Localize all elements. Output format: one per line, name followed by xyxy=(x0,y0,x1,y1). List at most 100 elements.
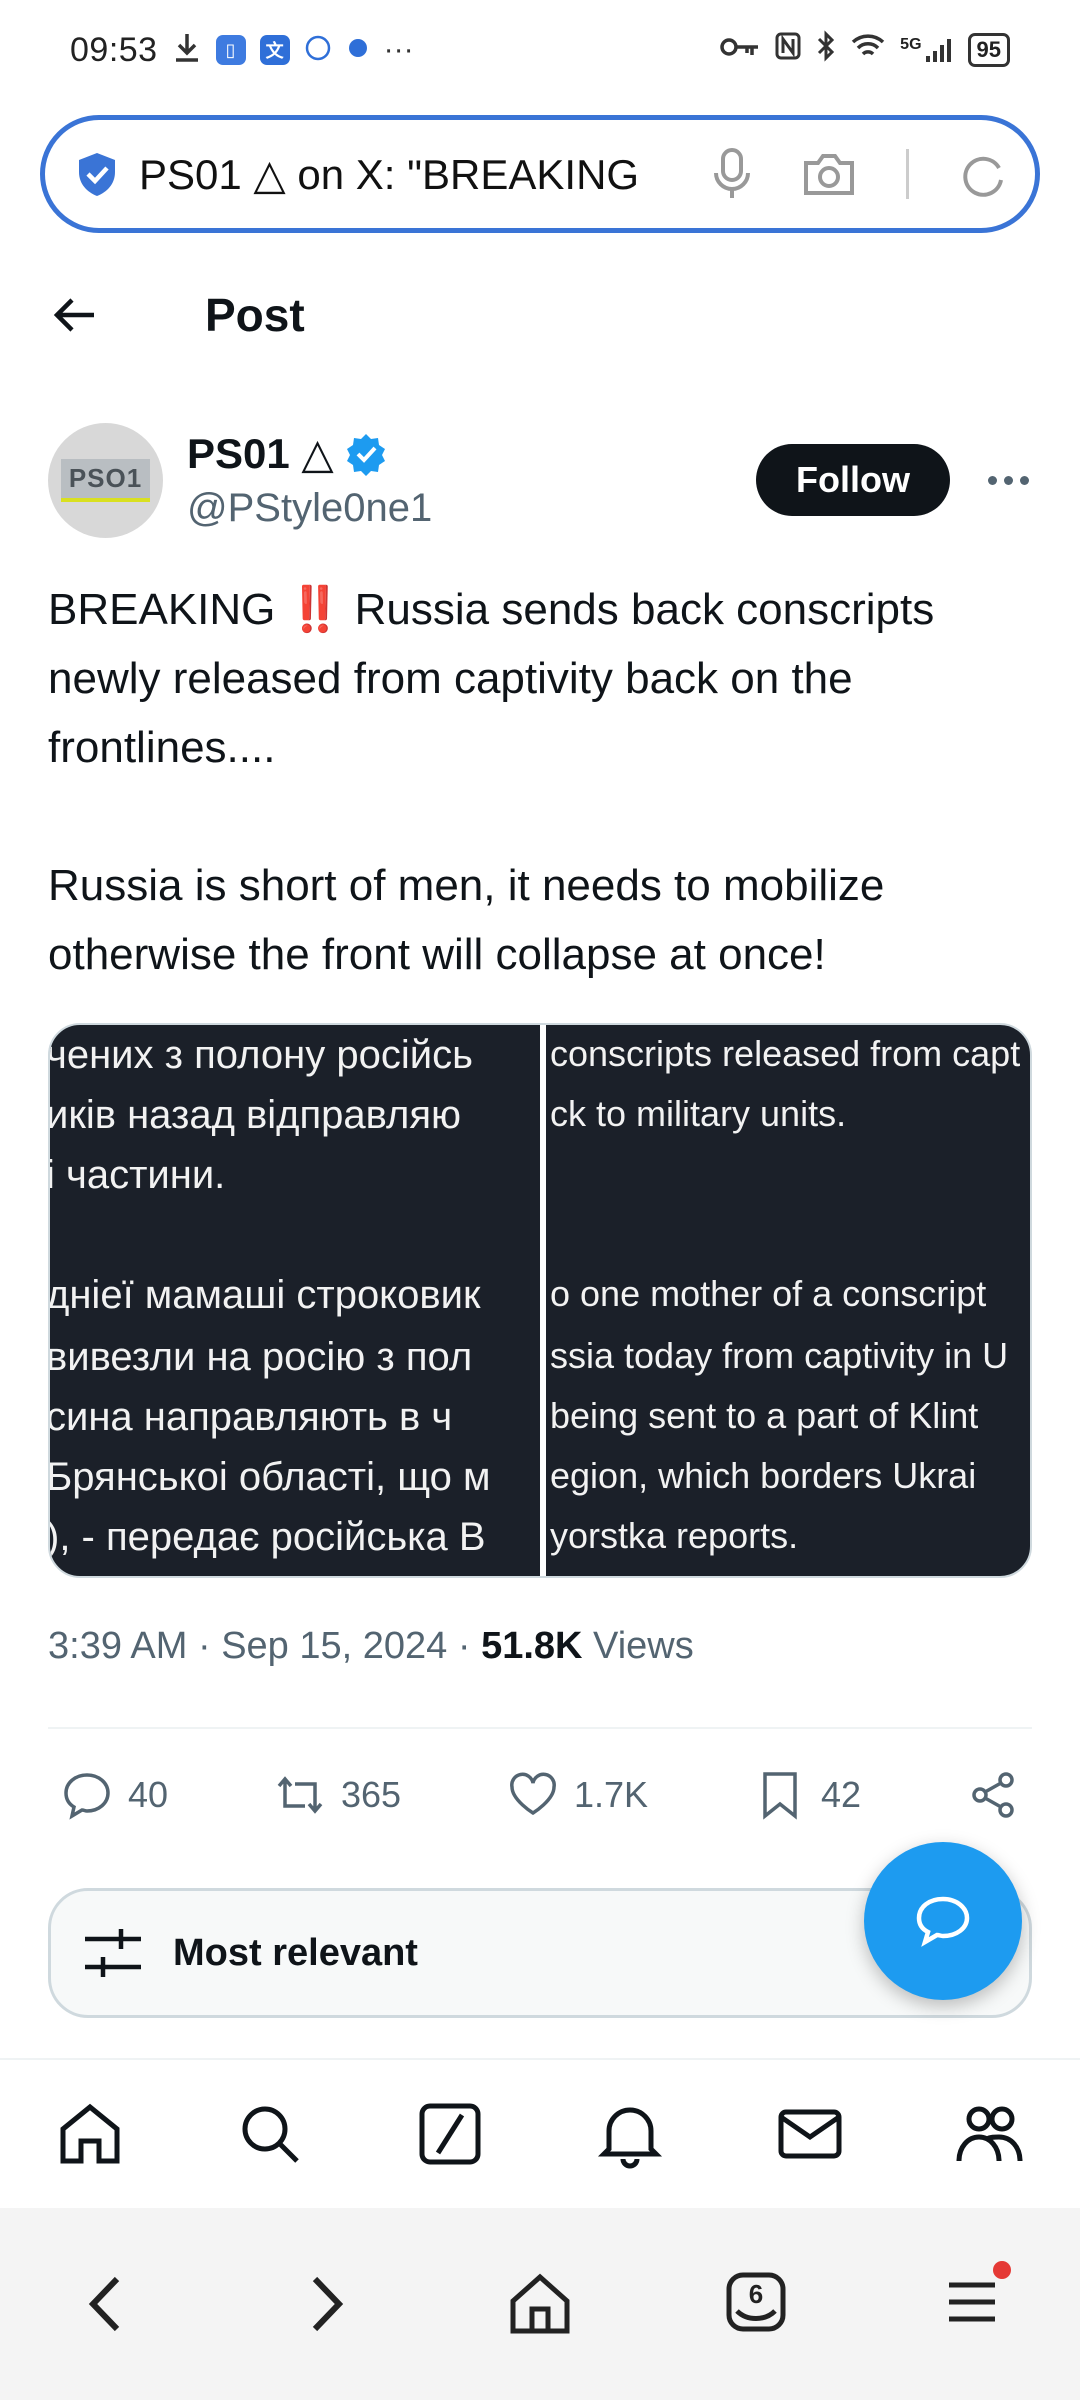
battery-level: 95 xyxy=(976,37,1001,62)
tabs-button[interactable]: 6 xyxy=(721,2267,791,2342)
views-label: Views xyxy=(593,1625,694,1667)
media-text-line: і частини. xyxy=(50,1153,226,1197)
tweet-actions: 40 365 1.7K 42 xyxy=(60,1755,1020,1835)
nfc-icon xyxy=(774,31,802,69)
author-name[interactable]: PS01 △ xyxy=(187,429,334,478)
menu-button[interactable] xyxy=(937,2260,1011,2342)
media-text-line: дніеї мамаші строковик xyxy=(50,1273,481,1317)
bookmark-count: 42 xyxy=(821,1774,862,1815)
refresh-icon[interactable] xyxy=(959,150,1007,198)
double-exclamation-emoji: ‼️ xyxy=(287,585,343,634)
grok-icon[interactable] xyxy=(415,2099,485,2169)
tweet-time[interactable]: 3:39 AM xyxy=(48,1625,187,1667)
media-divider xyxy=(540,1025,546,1576)
status-time: 09:53 xyxy=(70,30,158,69)
author-names: PS01 △ @PStyle0ne1 xyxy=(187,429,432,531)
reply-icon xyxy=(64,1773,110,1820)
communities-icon[interactable] xyxy=(955,2099,1025,2169)
notification-icons: ▯ 文 ··· xyxy=(172,32,414,69)
verified-badge-icon xyxy=(346,433,385,476)
bluetooth-icon xyxy=(816,30,836,70)
author-row: PSO1 PS01 △ @PStyle0ne1 Follow xyxy=(48,420,1038,540)
more-icon: ··· xyxy=(383,33,414,66)
app-icon: ▯ xyxy=(215,35,246,65)
notifications-bell-icon[interactable] xyxy=(595,2099,665,2169)
like-button[interactable]: 1.7K xyxy=(506,1768,648,1822)
media-text-line: ck to military units. xyxy=(550,1093,847,1134)
media-text-line: ), - передає російська В xyxy=(50,1515,486,1559)
tweet-text-part: BREAKING xyxy=(48,585,288,634)
status-bar: 09:53 ▯ 文 ··· 5G 95 xyxy=(0,0,1080,100)
notification-dot xyxy=(993,2260,1011,2279)
home-icon[interactable] xyxy=(55,2099,125,2169)
tweet-media[interactable]: чених з полону російсь иків назад відправ… xyxy=(48,1023,1032,1578)
share-icon xyxy=(972,1772,1014,1818)
media-text-line: being sent to a part of Klint xyxy=(550,1395,979,1436)
bookmark-button[interactable]: 42 xyxy=(753,1768,861,1822)
browser-toolbar: 6 xyxy=(0,2208,1080,2400)
author-handle[interactable]: @PStyle0ne1 xyxy=(187,486,432,531)
search-icon[interactable] xyxy=(235,2099,305,2169)
reply-button[interactable]: 40 xyxy=(60,1768,168,1822)
browser-home-icon[interactable] xyxy=(505,2269,575,2339)
tweet-text: BREAKING ‼️ Russia sends back conscripts… xyxy=(48,575,1038,989)
key-icon xyxy=(720,33,760,67)
microphone-icon[interactable] xyxy=(712,147,752,201)
media-text-line: иків назад відправляю xyxy=(50,1093,461,1137)
back-arrow-icon[interactable] xyxy=(50,290,100,340)
page-title: Post xyxy=(205,289,305,341)
tab-count: 6 xyxy=(749,2279,763,2309)
signal-icon: 5G xyxy=(900,36,953,64)
avatar-logo: PSO1 xyxy=(60,458,151,502)
repost-count: 365 xyxy=(340,1774,402,1815)
app-icon xyxy=(346,36,370,65)
network-label: 5G xyxy=(900,36,922,53)
follow-button[interactable]: Follow xyxy=(756,444,950,516)
shield-icon xyxy=(79,153,115,196)
tabs-icon: 6 xyxy=(726,2272,786,2331)
media-text-line: вивезли на росію з пол xyxy=(50,1335,473,1379)
media-text-line: yorstka reports. xyxy=(550,1515,799,1556)
like-count: 1.7K xyxy=(574,1774,649,1815)
media-text-line: сина направляють в ч xyxy=(50,1395,453,1439)
compose-reply-button[interactable] xyxy=(864,1842,1022,2000)
media-text-line: egion, which borders Ukrai xyxy=(550,1455,977,1496)
address-actions xyxy=(712,147,1007,201)
reply-count: 40 xyxy=(128,1774,169,1815)
tweet-meta: 3:39 AM · Sep 15, 2024 · 51.8K Views xyxy=(48,1625,694,1668)
views-count: 51.8K xyxy=(481,1625,583,1667)
wifi-icon xyxy=(850,31,886,69)
meta-separator: · xyxy=(457,1625,471,1667)
repost-icon xyxy=(277,1776,323,1814)
system-icons: 5G 95 xyxy=(720,30,1010,70)
tweet-paragraph-2: Russia is short of men, it needs to mobi… xyxy=(48,861,885,979)
share-button[interactable] xyxy=(966,1768,1020,1822)
messages-envelope-icon[interactable] xyxy=(775,2099,845,2169)
tweet-paragraph-1: BREAKING ‼️ Russia sends back conscripts… xyxy=(48,575,1038,782)
translate-icon: 文 xyxy=(259,35,290,65)
ifly-icon xyxy=(304,34,332,67)
media-text-line: ssia today from captivity in U xyxy=(550,1335,1009,1376)
media-left-ukrainian: чених з полону російсь иків назад відправ… xyxy=(50,1025,540,1576)
address-text[interactable]: PS01 △ on X: "BREAKING xyxy=(139,150,679,199)
repost-button[interactable]: 365 xyxy=(273,1768,401,1822)
camera-icon[interactable] xyxy=(802,151,856,197)
author-name-row[interactable]: PS01 △ xyxy=(187,429,432,478)
divider xyxy=(48,1727,1032,1729)
address-divider xyxy=(906,149,909,199)
browser-forward-icon[interactable] xyxy=(289,2269,359,2339)
bottom-nav xyxy=(0,2058,1080,2208)
battery-icon: 95 xyxy=(967,33,1010,67)
browser-back-icon[interactable] xyxy=(73,2269,143,2339)
sliders-icon xyxy=(85,1929,141,1977)
media-text-line: conscripts released from capt xyxy=(550,1033,1021,1074)
media-text-line: o one mother of a conscript xyxy=(550,1273,987,1314)
download-icon xyxy=(172,32,202,69)
address-bar[interactable]: PS01 △ on X: "BREAKING xyxy=(40,115,1040,233)
bookmark-icon xyxy=(763,1772,797,1820)
tweet-date[interactable]: Sep 15, 2024 xyxy=(221,1625,447,1667)
sort-label: Most relevant xyxy=(173,1931,418,1974)
heart-icon xyxy=(510,1772,556,1816)
more-options-icon[interactable] xyxy=(978,475,1038,485)
avatar[interactable]: PSO1 xyxy=(48,422,163,538)
